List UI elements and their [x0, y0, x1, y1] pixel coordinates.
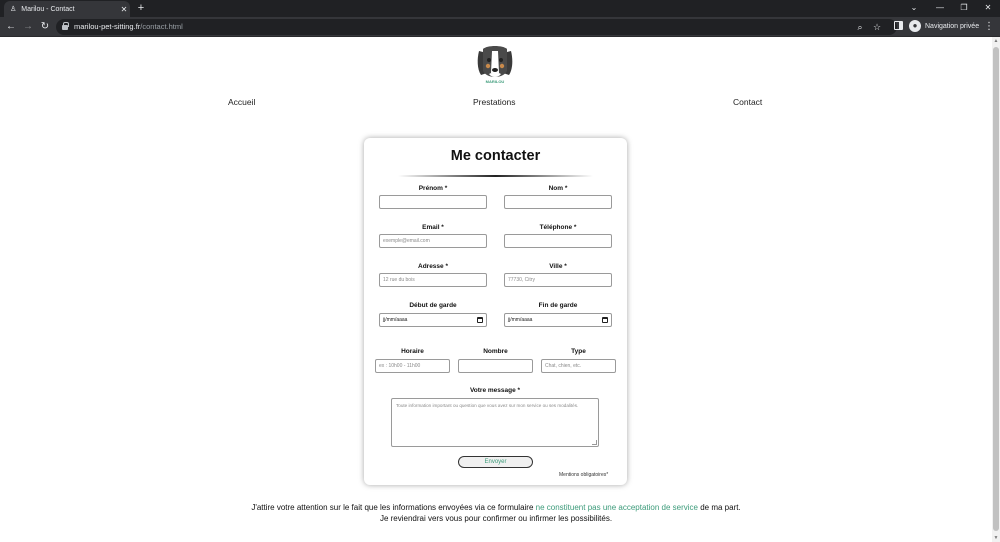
bookmark-star-icon[interactable]: ☆ — [871, 20, 883, 34]
back-arrow-icon[interactable]: ← — [4, 20, 18, 34]
telephone-input[interactable] — [504, 234, 612, 248]
send-button[interactable]: Envoyer — [458, 456, 533, 468]
side-panel-icon[interactable] — [894, 21, 903, 30]
browser-tab[interactable]: ♙ Marilou - Contact ✕ — [4, 1, 130, 17]
nombre-label: Nombre — [483, 348, 508, 355]
new-tab-button[interactable]: + — [134, 1, 148, 15]
site-favicon-icon: ♙ — [10, 6, 17, 13]
debut-garde-label: Début de garde — [409, 302, 457, 309]
horaire-label: Horaire — [401, 348, 424, 355]
zoom-search-icon[interactable]: ⌕ — [854, 20, 866, 34]
prenom-input[interactable] — [379, 195, 487, 209]
logo-wordmark: MARILOU — [485, 79, 505, 84]
fin-garde-value: jj/mm/aaaa — [508, 317, 533, 323]
tab-title: Marilou - Contact — [21, 5, 75, 13]
resize-handle-icon[interactable] — [592, 440, 597, 445]
nav-link-prestations[interactable]: Prestations — [473, 97, 516, 107]
browser-tab-bar: ♙ Marilou - Contact ✕ + ⌄ — ❐ ✕ — [0, 0, 1000, 17]
private-mode-indicator[interactable]: ● Navigation privée — [909, 20, 979, 32]
prenom-label: Prénom * — [418, 185, 448, 192]
calendar-icon[interactable] — [477, 317, 483, 323]
nombre-input[interactable] — [458, 359, 533, 373]
title-divider — [398, 175, 593, 177]
close-window-button[interactable]: ✕ — [978, 1, 998, 15]
nom-label: Nom * — [548, 185, 568, 192]
reload-icon[interactable]: ↻ — [38, 20, 52, 34]
close-tab-icon[interactable]: ✕ — [118, 5, 130, 14]
address-bar[interactable]: marilou-pet-sitting.fr/contact.html ⌕ ☆ — [56, 19, 897, 35]
debut-garde-date-input[interactable]: jj/mm/aaaa — [379, 313, 487, 327]
mandatory-note: Mentions obligatoires* — [559, 472, 609, 478]
calendar-icon[interactable] — [602, 317, 608, 323]
disclaimer-highlight: ne constituent pas une acceptation de se… — [535, 503, 698, 512]
telephone-label: Téléphone * — [539, 224, 577, 231]
fin-garde-date-input[interactable]: jj/mm/aaaa — [504, 313, 612, 327]
fin-garde-label: Fin de garde — [538, 302, 578, 309]
nav-link-accueil[interactable]: Accueil — [228, 97, 255, 107]
type-input[interactable]: Chat, chien, etc. — [541, 359, 616, 373]
message-textarea[interactable]: Toute information important ou question … — [391, 398, 599, 447]
ville-label: Ville * — [549, 263, 567, 270]
horaire-input[interactable]: ex : 10h00 - 11h00 — [375, 359, 450, 373]
page-content: MARILOU Accueil Prestations Contact Me c… — [0, 37, 992, 542]
url-path: /contact.html — [140, 22, 183, 31]
scrollbar-thumb[interactable] — [993, 47, 999, 531]
message-label: Votre message * — [469, 387, 521, 394]
form-title: Me contacter — [450, 148, 541, 164]
url-host: marilou-pet-sitting.fr — [74, 22, 141, 31]
incognito-icon: ● — [909, 20, 921, 32]
scroll-up-icon[interactable]: ▲ — [992, 37, 1000, 45]
disclaimer-before: J'attire votre attention sur le fait que… — [251, 503, 536, 512]
browser-toolbar: ← → ↻ marilou-pet-sitting.fr/contact.htm… — [0, 17, 1000, 37]
restore-button[interactable]: ❐ — [954, 1, 974, 15]
menu-kebab-icon[interactable]: ⋮ — [984, 20, 994, 34]
email-input[interactable]: exemple@email.com — [379, 234, 487, 248]
email-label: Email * — [422, 224, 444, 231]
debut-garde-value: jj/mm/aaaa — [383, 317, 408, 323]
tab-search-chevron-icon[interactable]: ⌄ — [904, 1, 924, 15]
lock-icon[interactable] — [62, 22, 69, 30]
vertical-scrollbar[interactable]: ▲ ▼ — [992, 37, 1000, 542]
minimize-button[interactable]: — — [930, 1, 950, 15]
type-label: Type — [571, 348, 586, 355]
scroll-down-icon[interactable]: ▼ — [992, 534, 1000, 542]
message-placeholder: Toute information important ou question … — [396, 403, 579, 408]
private-label: Navigation privée — [925, 22, 980, 30]
forward-arrow-icon[interactable]: → — [21, 20, 35, 34]
adresse-input[interactable]: 12 rue du bois — [379, 273, 487, 287]
ville-input[interactable]: 77730, Citry — [504, 273, 612, 287]
nav-link-contact[interactable]: Contact — [733, 97, 762, 107]
url-text: marilou-pet-sitting.fr/contact.html — [74, 21, 183, 33]
contact-form-card: Me contacter Prénom * Nom * Email * exem… — [364, 138, 627, 485]
nom-input[interactable] — [504, 195, 612, 209]
disclaimer-text: J'attire votre attention sur le fait que… — [250, 502, 742, 524]
adresse-label: Adresse * — [418, 263, 448, 270]
